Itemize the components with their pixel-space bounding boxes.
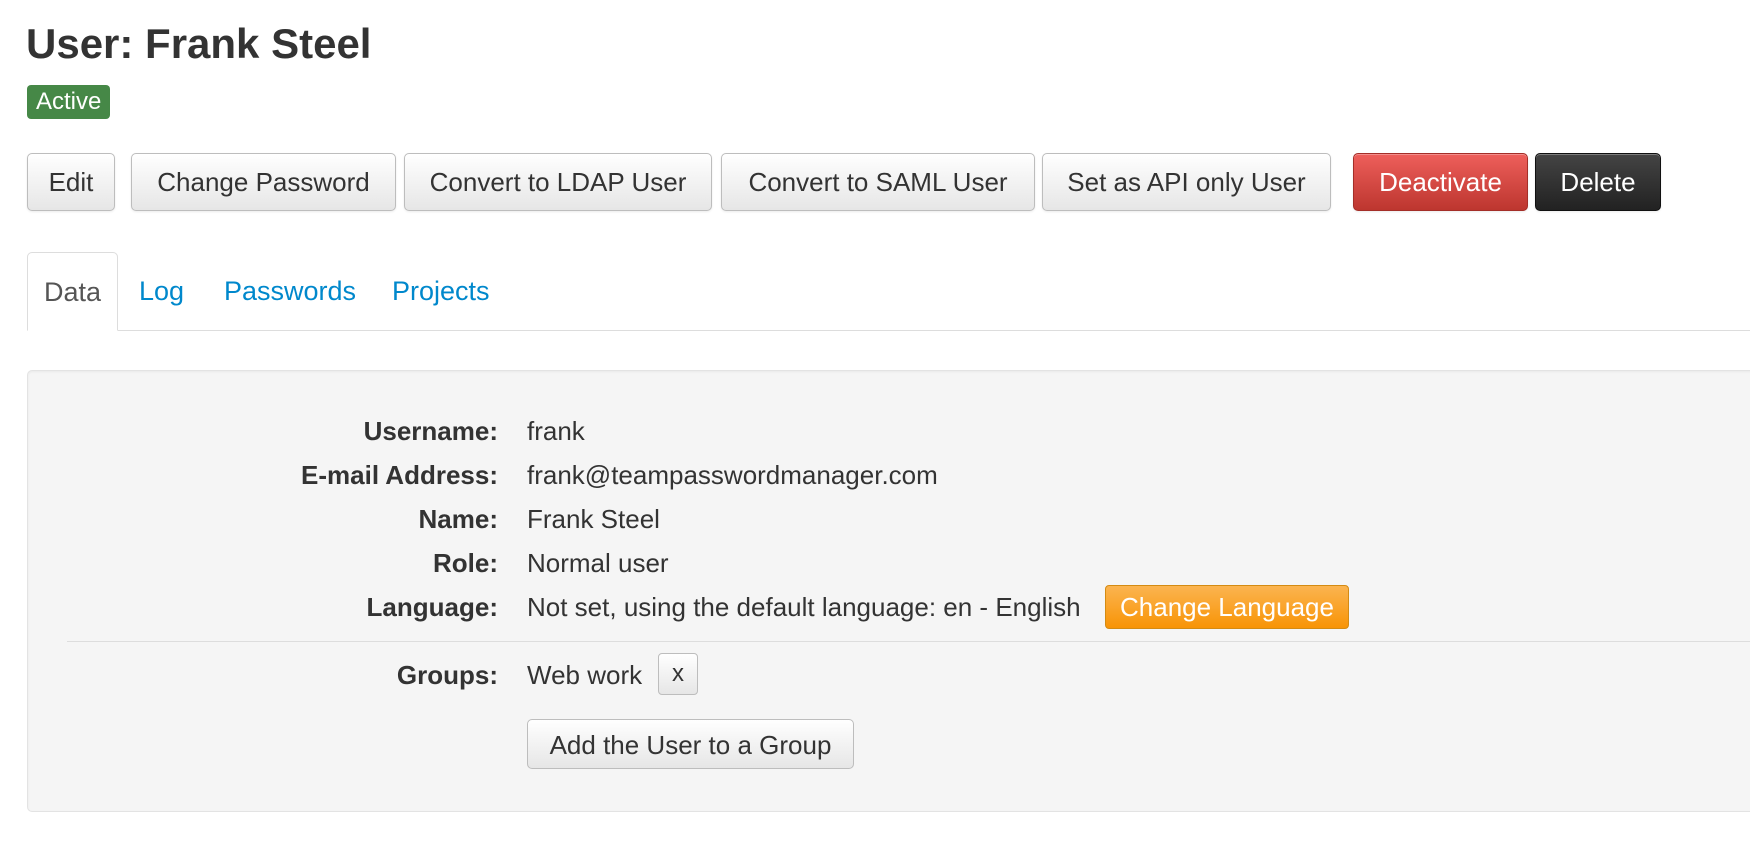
groups-label: Groups: [396, 660, 498, 690]
section-divider [67, 641, 1750, 642]
remove-group-button[interactable]: x [658, 653, 698, 695]
change-language-button[interactable]: Change Language [1105, 585, 1349, 629]
convert-saml-button[interactable]: Convert to SAML User [721, 153, 1035, 211]
add-to-group-button[interactable]: Add the User to a Group [527, 719, 854, 769]
group-link-web-work[interactable]: Web work [527, 655, 642, 695]
deactivate-button[interactable]: Deactivate [1353, 153, 1528, 211]
tab-projects[interactable]: Projects [392, 252, 490, 330]
tab-bar: Data Log Passwords Projects [27, 252, 1750, 331]
groups-row: Groups: Web work x [28, 653, 1750, 695]
api-only-button[interactable]: Set as API only User [1042, 153, 1331, 211]
role-value: Normal user [527, 548, 669, 578]
edit-button[interactable]: Edit [27, 153, 115, 211]
status-badge: Active [27, 85, 111, 119]
page-title: User: Frank Steel [26, 20, 372, 67]
name-label: Name: [418, 504, 498, 534]
change-password-button[interactable]: Change Password [131, 153, 396, 211]
tab-data[interactable]: Data [27, 252, 118, 331]
user-details-panel: Username: frank E-mail Address: frank@te… [27, 370, 1750, 812]
delete-button[interactable]: Delete [1535, 153, 1661, 211]
username-value: frank [527, 416, 585, 446]
language-label: Language: [366, 592, 498, 622]
role-label: Role: [433, 548, 498, 578]
email-value: frank@teampasswordmanager.com [527, 460, 938, 490]
language-row: Language: Not set, using the default lan… [28, 585, 1750, 629]
language-value: Not set, using the default language: en … [527, 592, 1081, 622]
username-label: Username: [363, 416, 498, 446]
tab-passwords[interactable]: Passwords [224, 252, 356, 330]
convert-ldap-button[interactable]: Convert to LDAP User [404, 153, 712, 211]
tab-log[interactable]: Log [139, 252, 184, 330]
name-value: Frank Steel [527, 504, 660, 534]
email-label: E-mail Address: [301, 460, 498, 490]
